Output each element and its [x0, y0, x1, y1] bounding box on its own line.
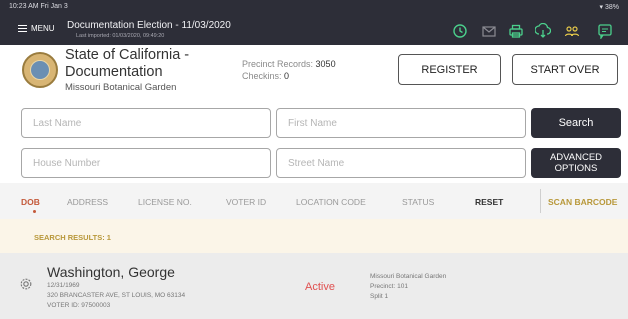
- voter-location: Missouri Botanical Garden: [370, 273, 447, 280]
- last-name-input[interactable]: Last Name: [21, 108, 271, 138]
- hamburger-icon: [18, 25, 27, 32]
- precinct-records-value: 3050: [315, 59, 336, 69]
- voter-id: VOTER ID: 97500003: [47, 302, 111, 309]
- tab-dob[interactable]: DOB: [21, 197, 40, 207]
- tab-address[interactable]: ADDRESS: [67, 197, 108, 207]
- jurisdiction-line-1: State of California -: [65, 47, 190, 63]
- start-over-button[interactable]: START OVER: [512, 54, 618, 85]
- tab-voter-id[interactable]: VOTER ID: [226, 197, 266, 207]
- register-button[interactable]: REGISTER: [398, 54, 501, 85]
- sync-icon[interactable]: [534, 22, 552, 39]
- voter-split: Split 1: [370, 293, 389, 300]
- jurisdiction-name: State of California - Documentation: [65, 47, 240, 81]
- status-time: 10:23 AM Fri Jan 3: [9, 3, 68, 10]
- advanced-options-line-2: OPTIONS: [554, 163, 598, 174]
- first-name-input[interactable]: First Name: [276, 108, 526, 138]
- tab-location-code[interactable]: LOCATION CODE: [296, 197, 366, 207]
- voter-status-badge: Active: [305, 281, 335, 293]
- tab-status[interactable]: STATUS: [402, 197, 434, 207]
- election-title: Documentation Election - 11/03/2020: [67, 20, 231, 31]
- advanced-options-button[interactable]: ADVANCED OPTIONS: [531, 148, 621, 178]
- seal-center: [30, 60, 50, 80]
- voter-dob: 12/31/1969: [47, 282, 80, 289]
- tab-license-no[interactable]: LICENSE NO.: [138, 197, 192, 207]
- menu-label: MENU: [31, 24, 55, 33]
- precinct-records-label: Precinct Records:: [242, 59, 314, 69]
- record-counts: Precinct Records: 3050 Checkins: 0: [242, 58, 336, 82]
- clock-icon[interactable]: [452, 23, 468, 39]
- filter-divider: [540, 189, 541, 213]
- search-button[interactable]: Search: [531, 108, 621, 138]
- last-imported-text: Last imported: 01/03/2020, 09:49:20: [76, 33, 165, 39]
- house-number-input[interactable]: House Number: [21, 148, 271, 178]
- voter-address: 320 BRANCASTER AVE, ST LOUIS, MO 63134: [47, 292, 186, 299]
- users-icon[interactable]: [564, 23, 580, 39]
- active-tab-indicator: [33, 210, 36, 213]
- wifi-icon: ▾: [599, 4, 604, 11]
- chat-icon[interactable]: [597, 23, 613, 41]
- street-name-input[interactable]: Street Name: [276, 148, 526, 178]
- voter-name: Washington, George: [47, 264, 175, 280]
- checkins-label: Checkins:: [242, 71, 282, 81]
- mail-icon[interactable]: [481, 23, 497, 39]
- scan-barcode-button[interactable]: SCAN BARCODE: [548, 197, 617, 207]
- search-results-count: SEARCH RESULTS: 1: [34, 233, 111, 242]
- jurisdiction-line-2: Documentation: [65, 64, 163, 80]
- state-seal-logo: [22, 52, 58, 88]
- menu-button[interactable]: MENU: [18, 24, 55, 33]
- reset-button[interactable]: RESET: [475, 197, 503, 207]
- printer-icon[interactable]: [508, 23, 524, 39]
- battery-level: 38%: [604, 4, 619, 11]
- polling-location-name: Missouri Botanical Garden: [65, 82, 177, 93]
- advanced-options-line-1: ADVANCED: [549, 152, 603, 163]
- checkins-value: 0: [284, 71, 290, 81]
- battery-indicator: ▾ 38%: [600, 3, 619, 11]
- gear-icon[interactable]: [19, 277, 33, 291]
- voter-precinct: Precinct: 101: [370, 283, 408, 290]
